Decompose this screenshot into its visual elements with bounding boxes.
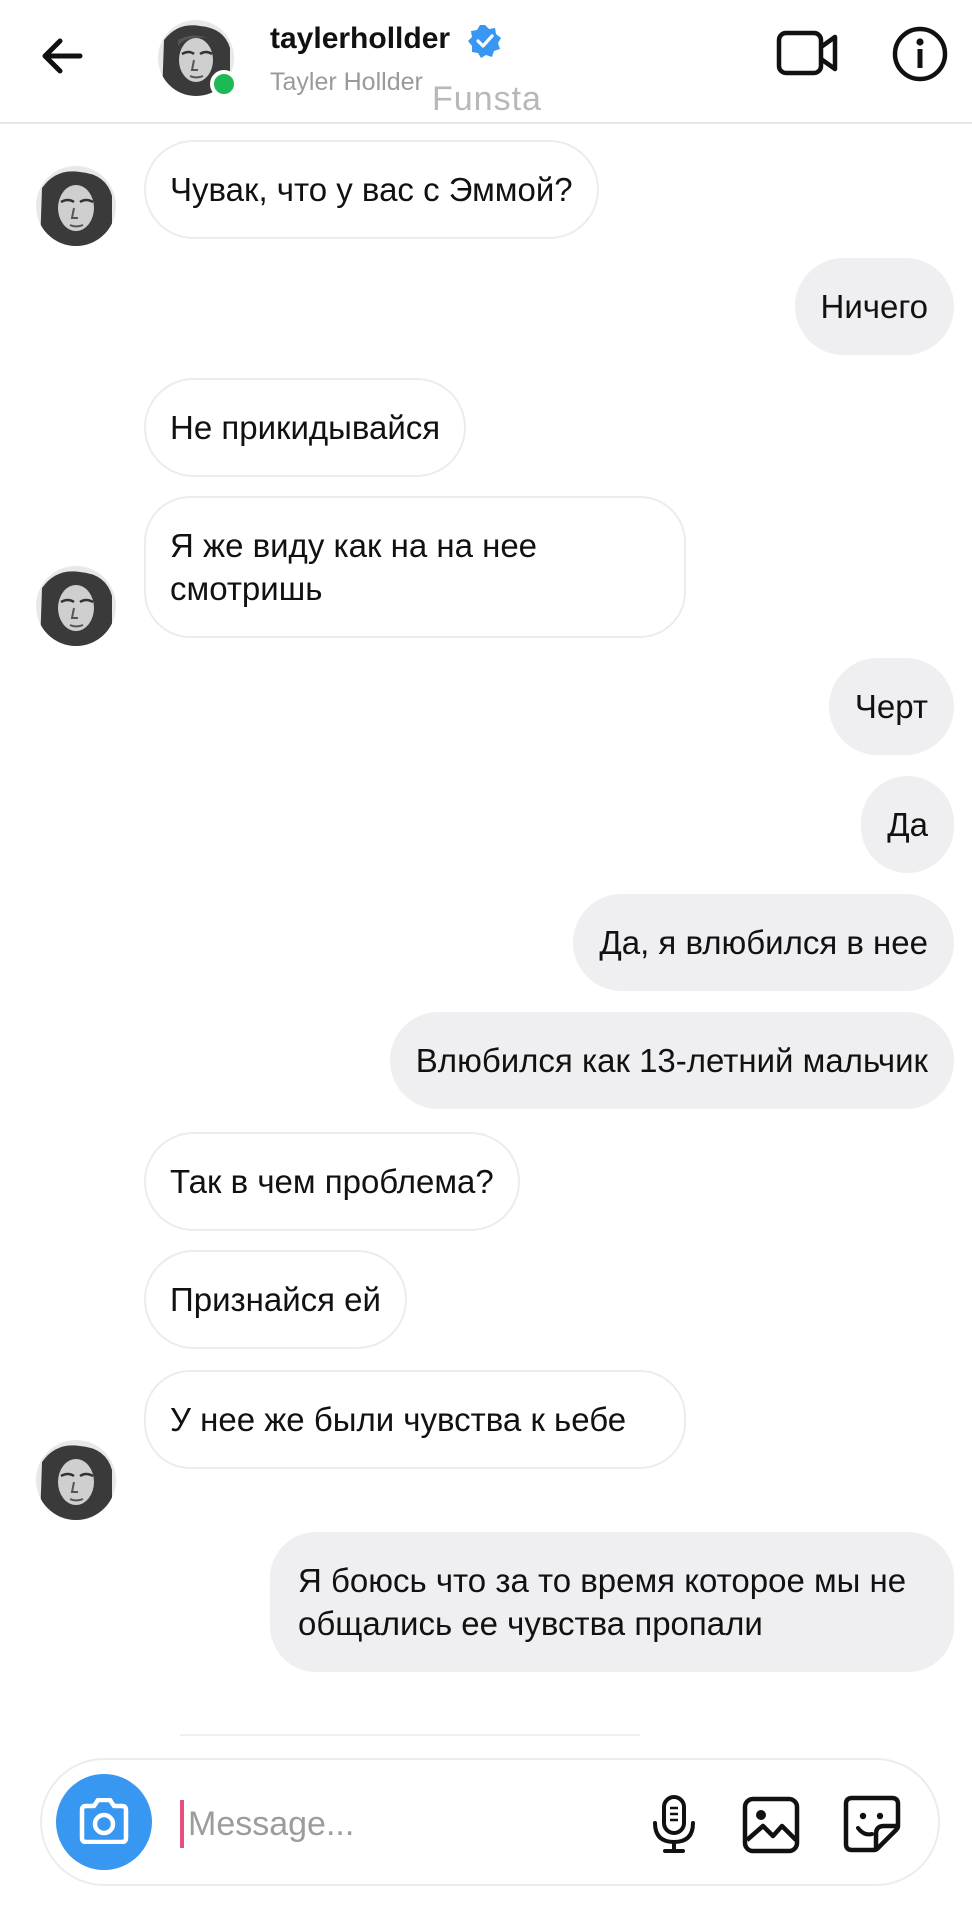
video-camera-icon: [776, 30, 838, 76]
incoming-message[interactable]: Я же виду как на на нее смотришь: [144, 496, 686, 638]
message-thread[interactable]: Чувак, что у вас с Эммой? Ничего Не прик…: [0, 124, 972, 1744]
chat-username[interactable]: taylerhollder: [270, 22, 450, 56]
info-button[interactable]: [892, 26, 948, 82]
direct-message-screen: taylerhollder Tayler Hollder Funsta Чува…: [0, 0, 972, 1920]
outgoing-message[interactable]: Да, я влюбился в нее: [573, 894, 954, 991]
contact-avatar[interactable]: [158, 20, 238, 98]
sender-avatar[interactable]: [36, 1440, 116, 1520]
arrow-left-icon: [42, 38, 83, 74]
sender-avatar[interactable]: [36, 566, 116, 646]
microphone-icon: [653, 1795, 695, 1853]
sender-avatar[interactable]: [36, 166, 116, 246]
video-call-button[interactable]: [776, 28, 838, 78]
incoming-message[interactable]: Так в чем проблема?: [144, 1132, 520, 1231]
online-status-dot: [210, 70, 238, 98]
text-cursor: [180, 1800, 184, 1848]
gallery-icon: [742, 1796, 800, 1854]
profile-photo: [36, 166, 116, 246]
outgoing-message[interactable]: Влюбился как 13-летний мальчик: [389, 1012, 954, 1109]
gallery-button[interactable]: [742, 1796, 800, 1854]
camera-button[interactable]: [56, 1774, 152, 1870]
chat-header: taylerhollder Tayler Hollder Funsta: [0, 0, 972, 124]
sticker-icon: [843, 1795, 901, 1853]
info-icon: [892, 26, 948, 82]
message-input[interactable]: [188, 1798, 548, 1850]
profile-photo: [36, 1440, 116, 1520]
incoming-message[interactable]: Признайся ей: [144, 1250, 407, 1349]
incoming-message[interactable]: Не прикидывайся: [144, 378, 467, 477]
camera-icon: [79, 1798, 129, 1844]
verified-badge-icon: [468, 24, 502, 58]
chat-fullname: Tayler Hollder: [270, 68, 423, 96]
outgoing-message[interactable]: Я боюсь что за то время которое мы не об…: [270, 1532, 954, 1672]
outgoing-message[interactable]: Да: [861, 776, 954, 873]
outgoing-message[interactable]: Ничего: [794, 258, 954, 355]
message-composer: [40, 1758, 940, 1886]
outgoing-message[interactable]: Черт: [828, 658, 954, 755]
incoming-message[interactable]: У нее же были чувства к ьебе: [144, 1370, 686, 1469]
profile-photo: [36, 566, 116, 646]
back-button[interactable]: [36, 30, 88, 82]
voice-message-button[interactable]: [644, 1794, 704, 1854]
incoming-message[interactable]: Чувак, что у вас с Эммой?: [144, 140, 599, 239]
thread-divider: [180, 1734, 640, 1736]
sticker-button[interactable]: [842, 1794, 902, 1854]
watermark-text: Funsta: [432, 80, 542, 118]
